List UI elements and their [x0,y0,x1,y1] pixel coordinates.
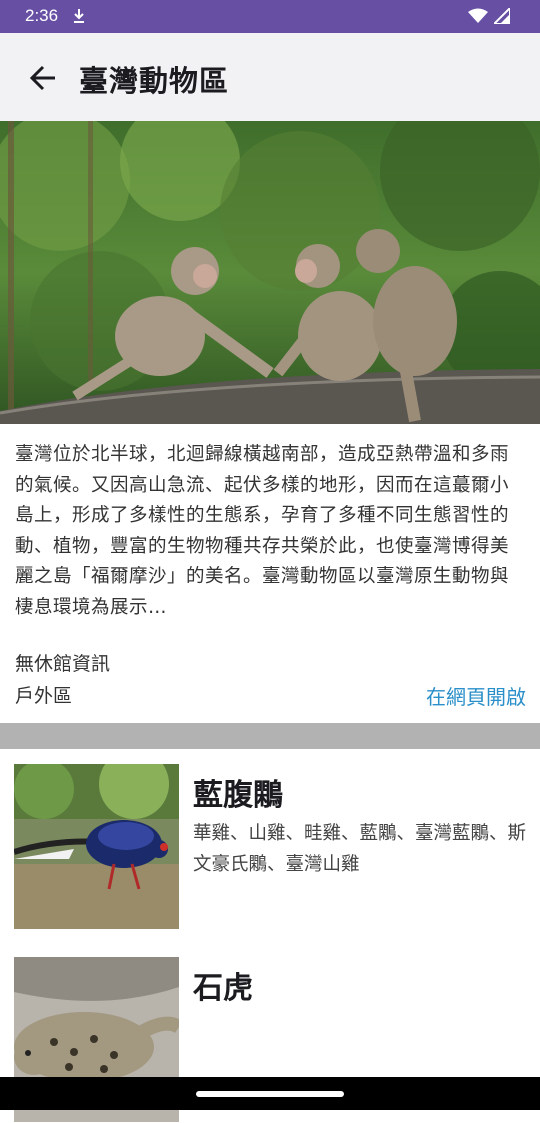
intro-text: 臺灣位於北半球，北迴歸線橫越南部，造成亞熱帶溫和多雨的氣候。又因高山急流、起伏多… [15,444,510,618]
animal-aliases: 華雞、山雞、畦雞、藍鷴、臺灣藍鷴、斯文豪氏鷴、臺灣山雞 [193,823,527,875]
animal-thumbnail [14,764,179,929]
back-arrow-icon [29,65,55,91]
download-icon [72,8,86,28]
signal-icon [491,5,511,28]
hero-image [0,121,540,424]
page-title: 臺灣動物區 [79,64,230,98]
area-label: 戶外區 [15,685,73,707]
animal-name: 石虎 [193,971,253,1006]
animal-name: 藍腹鷴 [193,778,283,813]
section-divider [0,723,540,749]
status-bar: 2:36 [0,0,540,33]
status-icons [468,5,511,28]
animal-card[interactable]: 藍腹鷴 華雞、山雞、畦雞、藍鷴、臺灣藍鷴、斯文豪氏鷴、臺灣山雞 [0,750,540,930]
open-in-web-link[interactable]: 在網頁開啟 [426,681,526,710]
wifi-icon [468,8,488,28]
status-time: 2:36 [25,6,59,25]
app-bar: 臺灣動物區 [0,33,540,121]
navigation-bar [0,1077,540,1110]
holiday-info: 無休館資訊 [15,653,111,675]
back-button[interactable] [24,59,62,97]
home-gesture-handle[interactable] [196,1091,344,1097]
